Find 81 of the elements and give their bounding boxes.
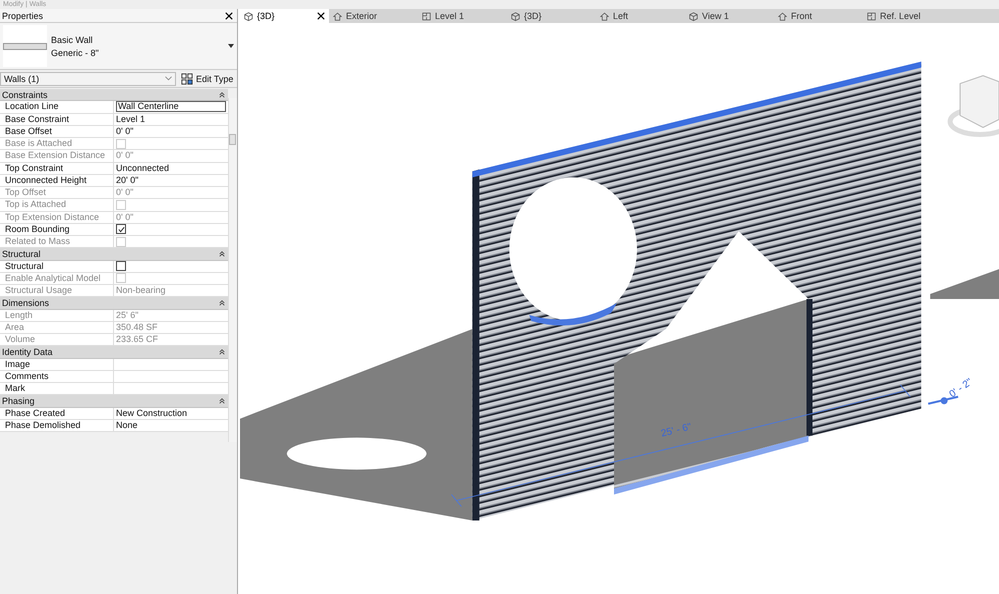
checkbox[interactable]: [116, 261, 126, 272]
property-value: Non-bearing: [116, 285, 166, 296]
view-tab[interactable]: Ref. Level: [863, 9, 952, 23]
property-value-field[interactable]: Wall Centerline: [116, 101, 226, 112]
property-label: Phase Demolished: [0, 420, 114, 431]
elevation-view-icon: [600, 12, 609, 20]
property-value: 233.65 CF: [116, 334, 158, 346]
view-tab[interactable]: Level 1: [418, 9, 507, 23]
chevron-down-icon: [165, 76, 172, 81]
view-tab[interactable]: Front: [774, 9, 863, 23]
collapse-icon: [219, 348, 225, 355]
dimension-label: 25' - 6": [660, 422, 693, 440]
elevation-view-icon: [778, 12, 787, 20]
cube-view-icon: [244, 12, 253, 20]
property-label: Image: [0, 358, 114, 370]
property-value: 0' 0": [116, 150, 134, 162]
property-value[interactable]: Level 1: [116, 114, 146, 125]
property-value[interactable]: New Construction: [116, 408, 188, 419]
type-selector[interactable]: Basic Wall Generic - 8": [0, 23, 237, 70]
view-tab[interactable]: Left: [596, 9, 685, 23]
scrollbar-thumb[interactable]: [229, 134, 236, 145]
section-header[interactable]: Dimensions: [0, 297, 228, 310]
view-tab[interactable]: {3D}: [240, 9, 329, 23]
wall-preview-drawing: [3, 25, 47, 67]
property-label: Phase Created: [0, 408, 114, 419]
property-label: Length: [0, 310, 114, 321]
instance-filter-dropdown[interactable]: Walls (1): [0, 72, 176, 86]
type-family: Basic Wall: [51, 34, 94, 44]
property-label: Room Bounding: [0, 224, 114, 235]
property-label: Top Constraint: [0, 162, 114, 174]
plan-view-icon: [867, 12, 876, 20]
view-cube-drawing: [948, 75, 999, 137]
property-label: Base Offset: [0, 126, 114, 137]
section-header[interactable]: Constraints: [0, 89, 228, 102]
panel-title: Properties: [2, 10, 44, 20]
property-label: Unconnected Height: [0, 174, 114, 186]
collapse-icon: [219, 398, 225, 404]
collapse-icon: [219, 250, 225, 257]
property-label: Top is Attached: [0, 199, 114, 210]
property-value[interactable]: 20' 0": [116, 174, 138, 186]
property-label: Related to Mass: [0, 236, 114, 248]
section-header[interactable]: Structural: [0, 248, 228, 260]
view-tab[interactable]: {3D}: [507, 9, 596, 23]
property-label: Top Extension Distance: [0, 212, 114, 223]
property-label: Volume: [0, 334, 114, 346]
property-label: Top Offset: [0, 187, 114, 198]
property-label: Structural: [0, 260, 114, 272]
property-value[interactable]: None: [116, 420, 138, 431]
section-header[interactable]: Identity Data: [0, 346, 228, 358]
type-name: Generic - 8": [51, 48, 100, 58]
property-value: 350.48 SF: [116, 322, 158, 333]
elevation-view-icon: [333, 12, 342, 20]
property-label: Base Constraint: [0, 114, 114, 125]
view-tab[interactable]: View 1: [685, 9, 774, 23]
cube-view-icon: [511, 12, 520, 20]
property-label: Base is Attached: [0, 138, 114, 150]
property-label: Mark: [0, 383, 114, 394]
property-value[interactable]: Unconnected: [116, 162, 170, 174]
property-value: 0' 0": [116, 212, 134, 223]
dimension-label: 0' - 2": [948, 376, 975, 400]
property-label: Comments: [0, 370, 114, 382]
edit-type-button[interactable]: Edit Type: [178, 71, 236, 86]
dropdown-arrow-icon: [228, 44, 234, 48]
property-label: Base Extension Distance: [0, 150, 114, 162]
property-label: Structural Usage: [0, 285, 114, 296]
property-value: 25' 6": [116, 310, 138, 321]
plan-view-icon: [422, 12, 431, 20]
property-label: Location Line: [0, 101, 114, 112]
property-value: 0' 0": [116, 187, 134, 198]
property-label: Enable Analytical Model: [0, 272, 114, 284]
section-header[interactable]: Phasing: [0, 395, 228, 408]
cube-view-icon: [689, 12, 698, 20]
property-value[interactable]: 0' 0": [116, 126, 134, 137]
checkbox[interactable]: [116, 224, 126, 234]
close-icon[interactable]: [225, 12, 233, 20]
edit-type-icon: [181, 72, 193, 84]
collapse-icon: [219, 300, 225, 306]
close-icon[interactable]: [317, 12, 325, 20]
property-label: Area: [0, 322, 114, 333]
view-tab[interactable]: Exterior: [329, 9, 418, 23]
collapse-icon: [219, 92, 225, 98]
